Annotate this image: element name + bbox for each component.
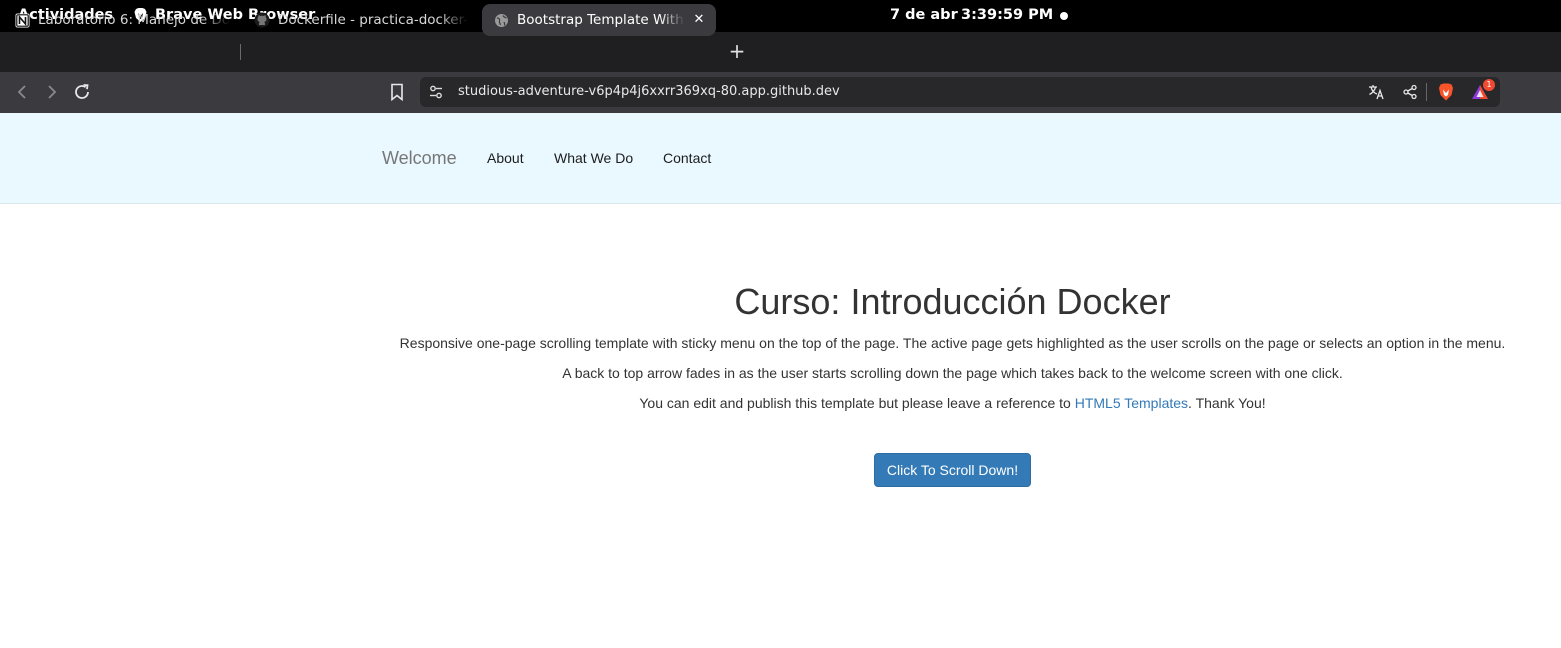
brave-shields-icon[interactable] (1437, 83, 1455, 101)
web-page: Welcome About What We Do Contact Curso: … (0, 113, 1561, 648)
nav-link-about[interactable]: About (487, 150, 524, 166)
tab-separator (240, 44, 241, 60)
p3-text-before: You can edit and publish this template b… (639, 395, 1075, 411)
hero-paragraph-3: You can edit and publish this template b… (382, 395, 1523, 411)
scroll-down-button[interactable]: Click To Scroll Down! (874, 453, 1031, 487)
brave-rewards-icon[interactable]: 1 (1471, 79, 1495, 101)
notification-dot-icon (1060, 12, 1068, 20)
tab-title: Laboratorio 6: Manejo de Docker (38, 12, 230, 28)
back-arrow-icon[interactable] (11, 81, 33, 103)
toolbar-separator (1426, 83, 1427, 101)
reload-icon[interactable] (71, 81, 93, 103)
hero-paragraph-2: A back to top arrow fades in as the user… (562, 365, 1343, 381)
url-text[interactable]: studious-adventure-v6p4p4j6xxrr369xq-80.… (458, 84, 840, 99)
tab-bootstrap-template[interactable]: Bootstrap Template With ✕ (482, 4, 716, 36)
page-title: Curso: Introducción Docker (734, 281, 1171, 322)
tab-strip (0, 32, 1561, 72)
p3-text-after: . Thank You! (1188, 395, 1266, 411)
translate-icon[interactable] (1367, 83, 1385, 101)
clock-time[interactable]: 3:39:59 PM (961, 7, 1053, 23)
new-tab-plus-icon[interactable]: + (728, 40, 746, 62)
nav-link-contact[interactable]: Contact (663, 150, 711, 166)
site-navbar: Welcome About What We Do Contact (0, 113, 1561, 204)
tab-laboratorio[interactable]: Laboratorio 6: Manejo de Docker (14, 4, 230, 36)
site-settings-icon[interactable] (428, 84, 444, 100)
github-icon (254, 12, 270, 28)
globe-icon (493, 12, 509, 28)
forward-arrow-icon[interactable] (41, 81, 63, 103)
system-top-bar: Actividades Brave Web Browser 7 de abr 3… (0, 0, 1561, 32)
bookmark-icon[interactable] (386, 81, 408, 103)
hero-paragraph-1: Responsive one-page scrolling template w… (399, 335, 1506, 351)
notion-icon (14, 12, 30, 28)
tab-title: Bootstrap Template With (517, 12, 684, 28)
rewards-badge: 1 (1483, 79, 1495, 91)
html5-templates-link[interactable]: HTML5 Templates (1075, 395, 1188, 411)
clock-date[interactable]: 7 de abr (890, 7, 958, 23)
close-tab-icon[interactable]: ✕ (691, 12, 707, 28)
share-icon[interactable] (1401, 83, 1419, 101)
tab-dockerfile[interactable]: Dockerfile - practica-docker- (254, 4, 468, 36)
address-bar[interactable]: studious-adventure-v6p4p4j6xxrr369xq-80.… (420, 77, 1500, 107)
nav-link-what-we-do[interactable]: What We Do (554, 150, 633, 166)
navbar-brand[interactable]: Welcome (382, 148, 457, 169)
tab-title: Dockerfile - practica-docker- (278, 12, 468, 28)
